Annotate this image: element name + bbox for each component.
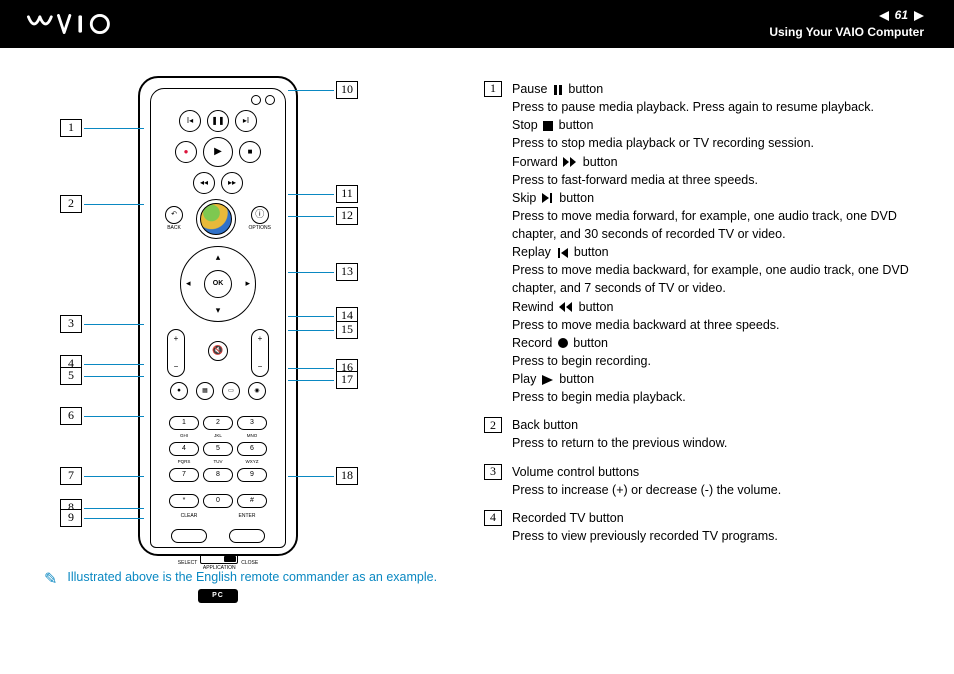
options-label: OPTIONS [248,225,271,232]
switch-right-label: CLOSE [241,560,258,567]
guide-button: ▦ [196,382,214,400]
key-3: 3 [237,416,267,430]
stop-icon [543,121,553,131]
key-9: 9 [237,468,267,482]
enter-button [229,529,265,543]
key-5: 5 [203,442,233,456]
callout-18: 18 [336,467,358,485]
recorded-tv-button: ⏺ [170,382,188,400]
pause-icon [553,85,563,95]
dvd-menu-button: ◉ [248,382,266,400]
callout-6: 6 [60,407,82,425]
page-nav: 61 [769,7,924,24]
ffwd-button: ▸▸ [221,172,243,194]
callout-14: 14 [336,307,358,325]
callout-2: 2 [60,195,82,213]
replay-icon [556,248,568,258]
callout-8: 8 [60,499,82,517]
remote-illustration: I◂ ❚❚ ▸I ● ▶ ■ ◂◂ ▸▸ ↶ [138,76,298,556]
desc-num-4: 4 [484,510,502,526]
numeric-keypad: 1 2 3 GHIJKLMNO 4 5 6 PQRSTUVWXYZ 7 8 9 … [169,407,267,508]
rewind-button: ◂◂ [193,172,215,194]
callout-3: 3 [60,315,82,333]
desc-num-2: 2 [484,417,502,433]
key-0: 0 [203,494,233,508]
next-page-icon[interactable] [914,11,924,21]
key-4: 4 [169,442,199,456]
pause-button: ❚❚ [207,110,229,132]
desc-text-4: Recorded TV buttonPress to view previous… [512,509,778,545]
ffwd-icon [563,157,577,167]
callout-15: 15 [336,321,358,339]
desc-text-1: Pause buttonPress to pause media playbac… [512,80,924,406]
page-header: 61 Using Your VAIO Computer [0,0,954,48]
key-2: 2 [203,416,233,430]
switch-left-label: SELECT [178,560,197,567]
desc-num-3: 3 [484,464,502,480]
callout-11: 11 [336,185,358,203]
callout-9: 9 [60,509,82,527]
back-label: BACK [167,225,181,232]
desc-text-2: Back buttonPress to return to the previo… [512,416,727,452]
descriptions-column: 1 Pause buttonPress to pause media playb… [484,76,924,591]
section-title: Using Your VAIO Computer [769,24,924,41]
callout-16: 16 [336,359,358,377]
callout-1: 1 [60,119,82,137]
vaio-logo [22,14,132,34]
callout-17: 17 [336,371,358,389]
ir-sensor-icon [251,95,261,105]
record-button: ● [175,141,197,163]
options-button: ⓘ [251,206,269,224]
clear-button [171,529,207,543]
callout-12: 12 [336,207,358,225]
ok-button: OK [204,270,232,298]
callout-10: 10 [336,81,358,99]
callout-7: 7 [60,467,82,485]
play-icon [542,375,554,385]
desc-text-3: Volume control buttonsPress to increase … [512,463,781,499]
play-button: ▶ [203,137,233,167]
application-switch [200,554,238,564]
pc-badge: PC [198,589,238,603]
key-8: 8 [203,468,233,482]
channel-rocker: +− [251,329,269,377]
clear-label: CLEAR [171,513,207,520]
live-tv-button: ▭ [222,382,240,400]
stop-button: ■ [239,141,261,163]
key-star: * [169,494,199,508]
key-6: 6 [237,442,267,456]
callout-4: 4 [60,355,82,373]
windows-mce-button [196,199,236,239]
key-1: 1 [169,416,199,430]
led-icon [265,95,275,105]
note-icon: ✎ [44,568,57,591]
windows-logo-icon [200,203,232,235]
dpad-right-icon: ▸ [245,277,250,290]
switch-center-label: APPLICATION [203,565,236,572]
skip-icon [542,193,554,203]
key-7: 7 [169,468,199,482]
volume-rocker: +− [167,329,185,377]
key-hash: # [237,494,267,508]
dpad-up-icon: ▴ [216,251,221,264]
enter-label: ENTER [229,513,265,520]
rew-icon [559,302,573,312]
dpad: ▴ ▾ ◂ ▸ OK [180,246,256,322]
rec-icon [558,338,568,348]
callout-13: 13 [336,263,358,281]
desc-num-1: 1 [484,81,502,97]
dpad-down-icon: ▾ [216,304,221,317]
back-button: ↶ [165,206,183,224]
callout-5: 5 [60,367,82,385]
prev-page-icon[interactable] [879,11,889,21]
mute-button: 🔇 [208,341,228,361]
dpad-left-icon: ◂ [186,277,191,290]
replay-button: I◂ [179,110,201,132]
page-number: 61 [895,7,908,24]
skip-button: ▸I [235,110,257,132]
